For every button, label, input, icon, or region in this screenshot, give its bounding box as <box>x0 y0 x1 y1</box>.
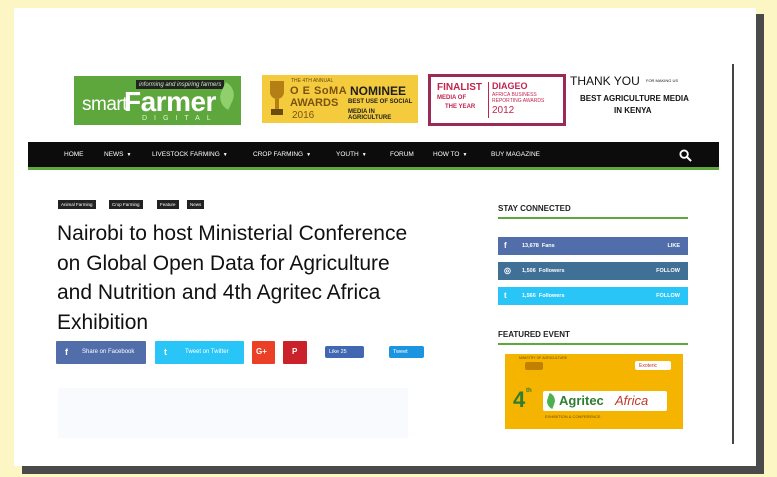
search-icon[interactable] <box>679 149 692 162</box>
finalist-year: 2012 <box>492 105 515 116</box>
nav-item-news[interactable]: NEWS ▼ <box>104 151 131 158</box>
logo-farmer: Farmer <box>124 86 216 117</box>
thanks-line3: IN KENYA <box>614 106 652 115</box>
finalist-brand: DIAGEO <box>492 81 528 91</box>
nav-item-livestock[interactable]: LIVESTOCK FARMING ▼ <box>152 151 228 158</box>
main-nav: HOME NEWS ▼ LIVESTOCK FARMING ▼ CROP FARMI… <box>28 142 719 170</box>
screenshot-page: informing and inspiring farmers smart Fa… <box>14 8 756 466</box>
agritec-logo: Agritec Africa <box>543 391 667 411</box>
pinterest-icon: P <box>292 347 298 356</box>
share-facebook-button[interactable]: f Share on Facebook <box>56 341 146 364</box>
tag-crop-farming[interactable]: Crop Farming <box>109 200 143 209</box>
finalist-sub2: REPORTING AWARDS <box>492 98 545 104</box>
soma-brand: O E SoMA <box>290 85 348 97</box>
finalist-word: FINALIST <box>437 82 482 93</box>
facebook-icon: f <box>65 347 68 357</box>
thank-you-banner: THANK YOU FOR MAKING US BEST AGRICULTURE… <box>570 74 720 124</box>
event-expo-logo: Exoteric <box>635 361 671 370</box>
finalist-line2: MEDIA OF <box>437 95 467 101</box>
googleplus-icon: G+ <box>256 347 267 356</box>
tag-feature[interactable]: Feature <box>157 200 179 209</box>
follow-button[interactable]: FOLLOW <box>656 268 680 274</box>
soma-awards: AWARDS <box>290 97 339 109</box>
share-googleplus-button[interactable]: G+ <box>252 341 275 364</box>
event-ministry: MINISTRY OF AGRICULTURE <box>519 356 568 360</box>
trophy-icon <box>270 81 284 117</box>
chevron-down-icon: ▼ <box>126 152 132 158</box>
chevron-down-icon: ▼ <box>222 152 228 158</box>
crest-icon <box>525 362 543 370</box>
tweet-button[interactable]: Tweet <box>389 346 424 358</box>
soma-year: 2016 <box>292 110 315 121</box>
nav-item-howto[interactable]: HOW TO ▼ <box>433 151 467 158</box>
facebook-like-button[interactable]: Like 25 <box>325 346 364 358</box>
featured-event-underline <box>498 343 688 345</box>
leaf-icon <box>544 393 558 409</box>
event-number: 4 <box>513 387 526 412</box>
event-subtitle: EXHIBITION & CONFERENCE <box>545 414 601 419</box>
like-button[interactable]: LIKE <box>667 243 680 249</box>
right-border <box>732 64 734 444</box>
nav-item-home[interactable]: HOME <box>64 151 84 158</box>
tag-animal-farming[interactable]: Animal Farming <box>58 200 96 209</box>
instagram-icon: ◎ <box>504 266 511 275</box>
thanks-line2: BEST AGRICULTURE MEDIA <box>580 94 689 103</box>
thanks-line1: THANK YOU <box>570 74 640 88</box>
social-row-facebook[interactable]: f 13,678 Fans LIKE <box>498 237 688 255</box>
social-row-twitter[interactable]: t 1,566 Followers FOLLOW <box>498 287 688 305</box>
article-image-placeholder <box>58 388 408 438</box>
soma-nominee: NOMINEE <box>350 84 407 98</box>
nav-item-crop[interactable]: CROP FARMING ▼ <box>253 151 311 158</box>
logo-smart: smart <box>82 94 128 115</box>
share-twitter-button[interactable]: t Tweet on Twitter <box>155 341 244 364</box>
follow-button[interactable]: FOLLOW <box>656 293 680 299</box>
chevron-down-icon: ▼ <box>306 152 312 158</box>
soma-category-2: MEDIA IN AGRICULTURE <box>348 109 392 121</box>
finalist-divider <box>488 82 489 118</box>
stay-connected-title: STAY CONNECTED <box>498 204 571 213</box>
logo-digital: DIGITAL <box>142 115 218 122</box>
soma-annual: THE 4TH ANNUAL <box>291 78 334 84</box>
chevron-down-icon: ▼ <box>361 152 367 158</box>
twitter-icon: t <box>504 291 507 300</box>
nav-item-buy-magazine[interactable]: BUY MAGAZINE <box>491 151 540 158</box>
soma-award-banner: THE 4TH ANNUAL O E SoMA AWARDS 2016 NOMI… <box>262 75 418 123</box>
chevron-down-icon: ▼ <box>462 152 468 158</box>
tag-news[interactable]: News <box>187 200 205 209</box>
featured-event-banner[interactable]: MINISTRY OF AGRICULTURE Exoteric 4 th Ag… <box>505 354 683 429</box>
finalist-line3: THE YEAR <box>445 104 476 110</box>
facebook-icon: f <box>504 241 507 250</box>
share-pinterest-button[interactable]: P <box>283 341 307 364</box>
soma-category-1: BEST USE OF SOCIAL <box>348 99 413 105</box>
nav-item-forum[interactable]: FORUM <box>390 151 414 158</box>
twitter-icon: t <box>164 347 167 357</box>
site-logo[interactable]: informing and inspiring farmers smart Fa… <box>74 76 241 125</box>
stay-connected-underline <box>498 217 688 219</box>
featured-event-title: FEATURED EVENT <box>498 330 570 339</box>
event-number-suffix: th <box>526 388 532 394</box>
nav-item-youth[interactable]: YOUTH ▼ <box>336 151 367 158</box>
finalist-banner: FINALIST MEDIA OF THE YEAR DIAGEO AFRICA… <box>428 74 566 126</box>
thanks-line1-small: FOR MAKING US <box>646 78 679 83</box>
article-title: Nairobi to host Ministerial Conference o… <box>57 222 408 334</box>
social-row-instagram[interactable]: ◎ 1,506 Followers FOLLOW <box>498 262 688 280</box>
